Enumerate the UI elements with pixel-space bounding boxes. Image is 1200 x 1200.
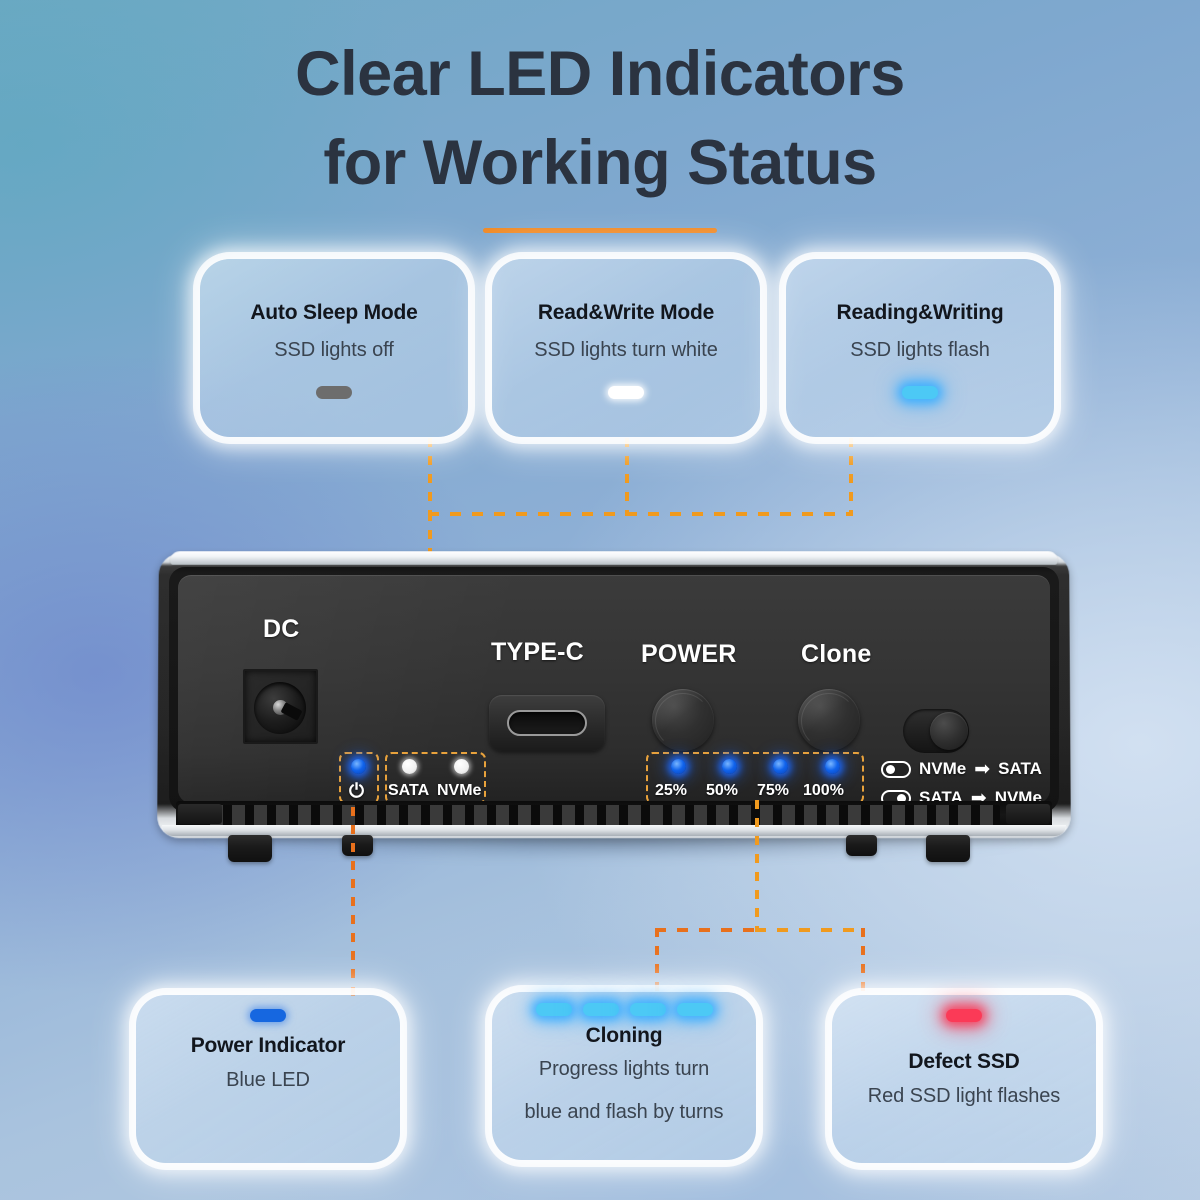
- led-pill-blue: [250, 1009, 286, 1022]
- led-indicator-group: [902, 386, 938, 399]
- mode-slider-knob[interactable]: [930, 712, 968, 750]
- card-title: Cloning: [585, 1024, 663, 1047]
- led-pill-off: [316, 386, 352, 399]
- power-symbol-icon: ⏻: [349, 781, 365, 802]
- connector-progress-leds-drop: [755, 800, 759, 930]
- device-top-rim: [169, 551, 1060, 565]
- card-subtitle-line-2: blue and flash by turns: [524, 1100, 724, 1123]
- page-title: Clear LED Indicators for Working Status: [0, 30, 1200, 209]
- card-title: Defect SSD: [908, 1050, 1020, 1073]
- card-defect-ssd: Defect SSD Red SSD light flashes: [832, 995, 1096, 1163]
- connector-auto-sleep-vertical: [428, 438, 432, 516]
- card-subtitle: Red SSD light flashes: [867, 1085, 1061, 1107]
- connector-read-write-vertical: [625, 438, 629, 516]
- vent-plate-right: [1006, 804, 1050, 824]
- nvme-led: [454, 759, 469, 774]
- card-reading-writing: Reading&Writing SSD lights flash: [786, 259, 1054, 437]
- card-title: Reading&Writing: [836, 301, 1004, 324]
- card-subtitle: Blue LED: [226, 1069, 310, 1091]
- connector-to-defect-card: [861, 928, 865, 996]
- connector-bottom-branch-right: [755, 928, 865, 932]
- sata-led: [402, 759, 417, 774]
- connector-reading-vertical: [849, 438, 853, 516]
- nvme-label: NVMe: [437, 782, 482, 799]
- connector-top-horizontal-bus: [428, 512, 851, 516]
- typec-label: TYPE-C: [491, 638, 584, 666]
- title-line-2: for Working Status: [323, 128, 877, 199]
- progress-led-100: [825, 759, 840, 774]
- progress-led-75: [773, 759, 788, 774]
- title-line-1: Clear LED Indicators: [295, 39, 905, 109]
- progress-label-25: 25%: [655, 782, 688, 799]
- led-indicator-group: [316, 386, 352, 399]
- power-button-label: POWER: [641, 640, 737, 668]
- led-pill-progress-1: [535, 1003, 572, 1016]
- device-foot-front-right: [926, 835, 970, 862]
- progress-led-50: [722, 759, 737, 774]
- led-pill-red: [946, 1009, 982, 1022]
- card-subtitle: SSD lights flash: [850, 339, 990, 361]
- led-pill-progress-2: [582, 1003, 619, 1016]
- sata-label: SATA: [388, 782, 430, 799]
- card-cloning: Cloning Progress lights turn blue and fl…: [492, 992, 756, 1160]
- card-subtitle-line-1: Progress lights turn: [538, 1058, 710, 1080]
- led-indicator-group: [608, 386, 644, 399]
- device-foot-rear-left: [342, 835, 373, 856]
- led-indicator-group: [535, 1003, 713, 1016]
- arrow-right-icon: ➡: [974, 758, 991, 780]
- vent-plate-left: [178, 804, 222, 824]
- toggle-legend-nvme-to-sata: NVMe ➡ SATA: [881, 759, 1042, 779]
- led-pill-white: [608, 386, 644, 399]
- clone-button[interactable]: [798, 689, 860, 751]
- clone-button-label: Clone: [801, 640, 872, 668]
- led-indicator-group: [946, 1009, 982, 1022]
- card-read-write-mode: Read&Write Mode SSD lights turn white: [492, 259, 760, 437]
- led-indicator-group: [250, 1009, 286, 1022]
- progress-label-100: 100%: [803, 782, 844, 799]
- toggle-source-label: NVMe: [919, 759, 967, 778]
- card-title: Auto Sleep Mode: [250, 301, 418, 324]
- card-title: Power Indicator: [190, 1034, 346, 1057]
- dc-label: DC: [263, 615, 300, 643]
- led-pill-progress-3: [629, 1003, 666, 1016]
- infographic-stage: Clear LED Indicators for Working Status …: [0, 0, 1200, 1200]
- power-led: [351, 759, 366, 774]
- progress-label-50: 50%: [706, 782, 739, 799]
- power-button[interactable]: [652, 689, 714, 751]
- progress-label-75: 75%: [757, 782, 790, 799]
- vent-slats: [210, 805, 1000, 826]
- toggle-switch-icon-left[interactable]: [881, 760, 911, 778]
- card-auto-sleep-mode: Auto Sleep Mode SSD lights off: [200, 259, 468, 437]
- led-pill-progress-4: [676, 1003, 713, 1016]
- card-title: Read&Write Mode: [537, 301, 715, 324]
- device-foot-front-left: [228, 835, 272, 862]
- ssd-docking-station: DC TYPE-C POWER Clone ⏻ SATA NVMe 25% 50…: [157, 551, 1071, 873]
- device-foot-rear-right: [846, 835, 877, 856]
- toggle-target-label: SATA: [998, 759, 1042, 778]
- connector-bottom-branch-left: [655, 928, 757, 932]
- typec-port[interactable]: [507, 710, 587, 736]
- progress-led-25: [671, 759, 686, 774]
- connector-power-led-to-card: [351, 807, 355, 997]
- card-power-indicator: Power Indicator Blue LED: [136, 995, 400, 1163]
- connector-to-cloning-card: [655, 928, 659, 994]
- card-subtitle: SSD lights off: [274, 339, 394, 361]
- title-underline-rule: [483, 228, 717, 233]
- card-subtitle: SSD lights turn white: [534, 339, 718, 361]
- led-pill-flash: [902, 386, 938, 399]
